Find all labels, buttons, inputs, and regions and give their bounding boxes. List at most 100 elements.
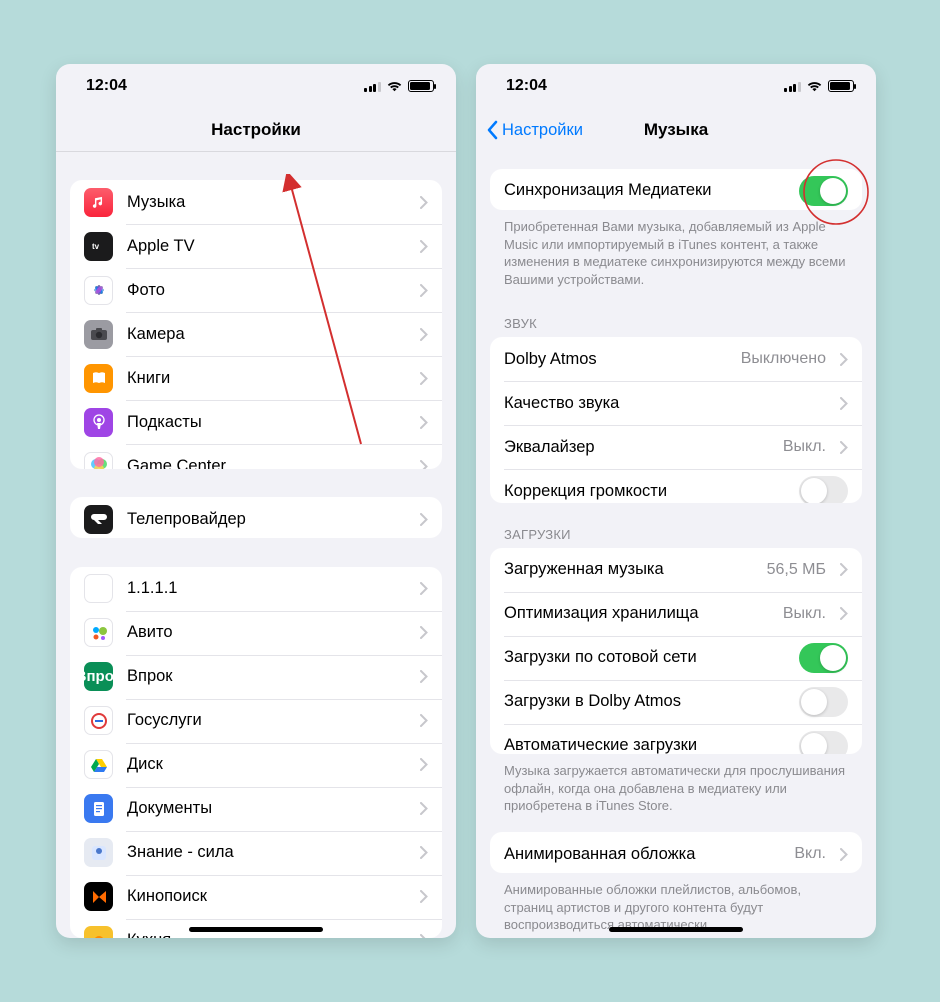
row-label: Книги xyxy=(127,369,406,388)
apple-apps-group: Музыка tv Apple TV xyxy=(70,180,442,469)
settings-music-screen: 12:04 Настройки Музыка Синхронизация Мед… xyxy=(476,64,876,938)
settings-row-disk[interactable]: Диск xyxy=(70,743,442,787)
chevron-right-icon xyxy=(420,890,428,903)
row-label: Госуслуги xyxy=(127,711,406,730)
app-icon-vprok: Впрок xyxy=(84,662,113,691)
chevron-right-icon xyxy=(420,626,428,639)
settings-row-tvprovider[interactable]: Телепровайдер xyxy=(70,497,442,538)
settings-root-screen: 12:04 Настройки Музыка xyxy=(56,64,456,938)
row-label: Анимированная обложка xyxy=(504,845,780,864)
app-icon-gosuslugi xyxy=(84,706,113,735)
row-label: Фото xyxy=(127,281,406,300)
wifi-icon xyxy=(386,80,403,92)
battery-icon xyxy=(408,80,434,92)
svg-text:tv: tv xyxy=(92,242,100,251)
dolby-atmos-row[interactable]: Dolby Atmos Выключено xyxy=(490,337,862,381)
row-label: Загруженная музыка xyxy=(504,560,753,579)
row-label: Кухня xyxy=(127,931,406,938)
third-party-apps-group: 1 1.1.1.1 Авито Впрок Впрок Госус xyxy=(70,567,442,938)
row-label: Знание - сила xyxy=(127,843,406,862)
auto-downloads-row[interactable]: Автоматические загрузки xyxy=(490,724,862,755)
auto-downloads-toggle[interactable] xyxy=(799,731,848,755)
app-icon-disk xyxy=(84,750,113,779)
app-icon-znanie xyxy=(84,838,113,867)
audio-quality-row[interactable]: Качество звука xyxy=(490,381,862,425)
row-label: Коррекция громкости xyxy=(504,482,785,501)
app-icon-kuhnya xyxy=(84,926,113,938)
volume-correction-toggle[interactable] xyxy=(799,476,848,502)
cellular-downloads-toggle[interactable] xyxy=(799,643,848,673)
settings-row-appletv[interactable]: tv Apple TV xyxy=(70,224,442,268)
gamecenter-app-icon xyxy=(84,452,113,469)
row-label: 1.1.1.1 xyxy=(127,579,406,598)
music-app-icon xyxy=(84,188,113,217)
status-time: 12:04 xyxy=(506,77,547,95)
settings-row-avito[interactable]: Авито xyxy=(70,611,442,655)
chevron-right-icon xyxy=(420,670,428,683)
row-label: Телепровайдер xyxy=(127,510,406,529)
cellular-downloads-row[interactable]: Загрузки по сотовой сети xyxy=(490,636,862,680)
downloads-section-header: ЗАГРУЗКИ xyxy=(490,503,862,548)
row-label: Загрузки по сотовой сети xyxy=(504,648,785,667)
sync-library-toggle[interactable] xyxy=(799,176,848,206)
chevron-right-icon xyxy=(420,240,428,253)
settings-row-music[interactable]: Музыка xyxy=(70,180,442,224)
settings-row-gosuslugi[interactable]: Госуслуги xyxy=(70,699,442,743)
chevron-left-icon xyxy=(486,120,498,140)
app-icon-avito xyxy=(84,618,113,647)
settings-row-camera[interactable]: Камера xyxy=(70,312,442,356)
dolby-downloads-row[interactable]: Загрузки в Dolby Atmos xyxy=(490,680,862,724)
row-label: Качество звука xyxy=(504,394,826,413)
settings-row-1111[interactable]: 1 1.1.1.1 xyxy=(70,567,442,611)
chevron-right-icon xyxy=(420,328,428,341)
home-indicator xyxy=(609,927,743,932)
equalizer-row[interactable]: Эквалайзер Выкл. xyxy=(490,425,862,469)
row-detail: Вкл. xyxy=(794,845,826,863)
appletv-app-icon: tv xyxy=(84,232,113,261)
chevron-right-icon xyxy=(420,284,428,297)
wifi-icon xyxy=(806,80,823,92)
settings-row-podcasts[interactable]: Подкасты xyxy=(70,400,442,444)
status-bar: 12:04 xyxy=(476,64,876,108)
chevron-right-icon xyxy=(840,353,848,366)
status-time: 12:04 xyxy=(86,77,127,95)
row-label: Game Center xyxy=(127,457,406,469)
sync-library-row[interactable]: Синхронизация Медиатеки xyxy=(490,169,862,210)
sync-library-group: Синхронизация Медиатеки xyxy=(490,169,862,210)
dolby-downloads-toggle[interactable] xyxy=(799,687,848,717)
settings-row-kinopoisk[interactable]: Кинопоиск xyxy=(70,875,442,919)
chevron-right-icon xyxy=(840,441,848,454)
chevron-right-icon xyxy=(420,460,428,469)
chevron-right-icon xyxy=(420,846,428,859)
row-detail: 56,5 МБ xyxy=(767,561,826,579)
settings-row-gamecenter[interactable]: Game Center xyxy=(70,444,442,469)
back-button[interactable]: Настройки xyxy=(486,108,583,152)
downloads-group: Загруженная музыка 56,5 МБ Оптимизация х… xyxy=(490,548,862,755)
settings-row-books[interactable]: Книги xyxy=(70,356,442,400)
page-title: Музыка xyxy=(644,120,708,140)
settings-row-photos[interactable]: Фото xyxy=(70,268,442,312)
books-app-icon xyxy=(84,364,113,393)
row-label: Оптимизация хранилища xyxy=(504,604,769,623)
back-label: Настройки xyxy=(502,121,583,140)
row-label: Авито xyxy=(127,623,406,642)
nav-bar: Настройки xyxy=(56,108,456,152)
battery-icon xyxy=(828,80,854,92)
chevron-right-icon xyxy=(420,372,428,385)
volume-correction-row[interactable]: Коррекция громкости xyxy=(490,469,862,502)
cellular-signal-icon xyxy=(784,80,801,92)
settings-row-docs[interactable]: Документы xyxy=(70,787,442,831)
animated-cover-row[interactable]: Анимированная обложка Вкл. xyxy=(490,832,862,873)
downloaded-music-row[interactable]: Загруженная музыка 56,5 МБ xyxy=(490,548,862,592)
chevron-right-icon xyxy=(420,582,428,595)
settings-row-vprok[interactable]: Впрок Впрок xyxy=(70,655,442,699)
row-detail: Выключено xyxy=(741,350,826,368)
row-label: Музыка xyxy=(127,193,406,212)
nav-bar: Настройки Музыка xyxy=(476,108,876,152)
settings-row-znanie[interactable]: Знание - сила xyxy=(70,831,442,875)
app-icon-kinopoisk xyxy=(84,882,113,911)
tvprovider-icon xyxy=(84,505,113,534)
chevron-right-icon xyxy=(840,563,848,576)
storage-optimization-row[interactable]: Оптимизация хранилища Выкл. xyxy=(490,592,862,636)
row-detail: Выкл. xyxy=(783,438,826,456)
